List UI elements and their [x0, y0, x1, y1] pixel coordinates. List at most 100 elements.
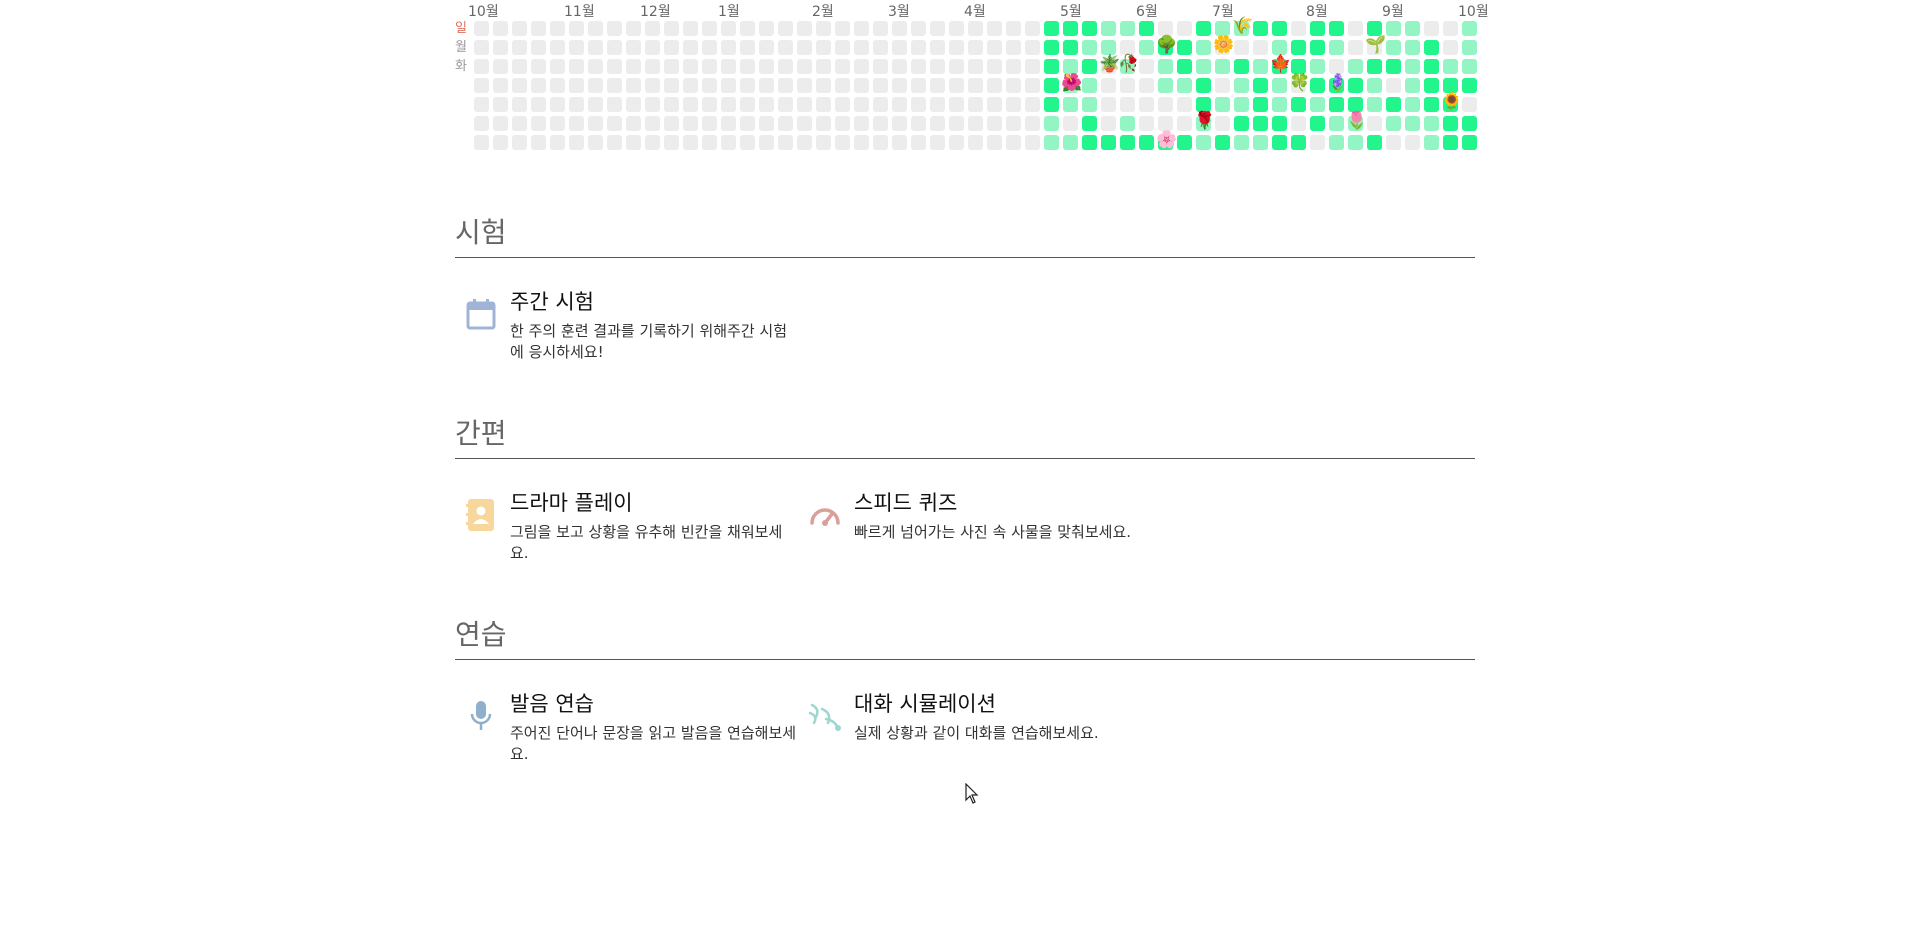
heatmap-cell: [797, 59, 812, 74]
pronunciation-practice-card[interactable]: 발음 연습 주어진 단어나 문장을 읽고 발음을 연습해보세요.: [455, 688, 796, 763]
month-label: 12월: [640, 4, 671, 20]
heatmap-cell: [1025, 21, 1040, 36]
heatmap-cell: [1462, 97, 1477, 112]
heatmap-cell: [759, 135, 774, 150]
heatmap-cell: [873, 97, 888, 112]
weekly-exam-card[interactable]: 주간 시험 한 주의 훈련 결과를 기록하기 위해주간 시험에 응시하세요!: [455, 286, 787, 361]
month-label: 3월: [888, 4, 910, 20]
heatmap-cell: [968, 97, 983, 112]
heatmap-cell: [759, 21, 774, 36]
heatmap-cell: [1044, 135, 1059, 150]
practice-section: 연습 발음 연습 주어진 단어나 문장을 읽고 발음을 연습해보세요. 대화 시…: [455, 615, 1475, 763]
heatmap-cell: [816, 135, 831, 150]
month-label: 5월: [1060, 4, 1082, 20]
heatmap-cell: [569, 40, 584, 55]
heatmap-cell: [1253, 78, 1268, 93]
heatmap-cell: [949, 97, 964, 112]
month-label: 11월: [564, 4, 595, 20]
speed-quiz-card[interactable]: 스피드 퀴즈 빠르게 넘어가는 사진 속 사물을 맞춰보세요.: [799, 487, 1131, 557]
heatmap-plant-emoji: 🌱: [1365, 35, 1387, 55]
heatmap-cell: [588, 78, 603, 93]
heatmap-cell: [512, 135, 527, 150]
heatmap-cell: [702, 97, 717, 112]
heatmap-cell: [1044, 21, 1059, 36]
heatmap-cell: [1177, 59, 1192, 74]
heatmap-cell: [550, 135, 565, 150]
heatmap-cell: [1405, 116, 1420, 131]
month-label: 7월: [1212, 4, 1234, 20]
heatmap-cell: [1177, 40, 1192, 55]
heatmap-cell: [1253, 21, 1268, 36]
heatmap-cell: [1006, 97, 1021, 112]
heatmap-cell: [1405, 40, 1420, 55]
heatmap-cell: [512, 97, 527, 112]
heatmap-cell: [987, 59, 1002, 74]
heatmap-cell: [1006, 116, 1021, 131]
heatmap-plant-emoji: 🪻: [1327, 73, 1349, 93]
heatmap-cell: [1158, 21, 1173, 36]
heatmap-cell: [1025, 97, 1040, 112]
heatmap-cell: [987, 97, 1002, 112]
heatmap-cell: [1196, 40, 1211, 55]
card-description: 실제 상황과 같이 대화를 연습해보세요.: [854, 724, 1099, 742]
heatmap-cell: 🌹: [1194, 112, 1215, 131]
heatmap-cell: [740, 78, 755, 93]
heatmap-cell: [835, 135, 850, 150]
heatmap-cell: [626, 78, 641, 93]
drama-play-card[interactable]: 드라마 플레이 그림을 보고 상황을 유추해 빈칸을 채워보세요.: [455, 487, 785, 562]
heatmap-cell: [1196, 78, 1211, 93]
heatmap-cell: [721, 21, 736, 36]
heatmap-cell: 🌾: [1232, 17, 1253, 36]
heatmap-cell: [816, 59, 831, 74]
card-description: 빠르게 넘어가는 사진 속 사물을 맞춰보세요.: [854, 523, 1132, 541]
heatmap-cell: [683, 59, 698, 74]
heatmap-cell: [740, 21, 755, 36]
heatmap-cell: [968, 40, 983, 55]
heatmap-cell: [588, 21, 603, 36]
heatmap-cell: [816, 97, 831, 112]
heatmap-cell: [607, 21, 622, 36]
heatmap-cell: [835, 59, 850, 74]
heatmap-cell: [892, 135, 907, 150]
heatmap-cell: [1025, 59, 1040, 74]
card-title: 스피드 퀴즈: [854, 491, 958, 515]
heatmap-cell: [873, 59, 888, 74]
heatmap-cell: [1291, 116, 1306, 131]
section-title: 시험: [455, 216, 507, 249]
heatmap-cell: [474, 21, 489, 36]
heatmap-cell: [493, 116, 508, 131]
heatmap-cell: [1348, 78, 1363, 93]
heatmap-cell: [854, 116, 869, 131]
heatmap-cell: [1405, 21, 1420, 36]
heatmap-cell: [797, 21, 812, 36]
heatmap-cell: [1443, 78, 1458, 93]
heatmap-cell: [550, 116, 565, 131]
heatmap-cell: [531, 40, 546, 55]
heatmap-cell: [778, 40, 793, 55]
conversation-simulation-card[interactable]: 대화 시뮬레이션 실제 상황과 같이 대화를 연습해보세요.: [799, 688, 1129, 758]
heatmap-cell: [892, 59, 907, 74]
heatmap-cell: [1272, 40, 1287, 55]
heatmap-cell: [1234, 97, 1249, 112]
heatmap-cell: [873, 78, 888, 93]
heatmap-cell: [759, 116, 774, 131]
heatmap-cell: [892, 21, 907, 36]
heatmap-cell: [512, 40, 527, 55]
heatmap-cell: [683, 21, 698, 36]
heatmap-cell: [569, 97, 584, 112]
heatmap-cell: [1405, 78, 1420, 93]
heatmap-cell: [1367, 59, 1382, 74]
heatmap-cell: [1443, 21, 1458, 36]
heatmap-cell: [968, 21, 983, 36]
heatmap-cell: [550, 59, 565, 74]
heatmap-cell: [1139, 59, 1154, 74]
heatmap-cell: [1082, 40, 1097, 55]
heatmap-cell: [1443, 116, 1458, 131]
heatmap-cell: [740, 135, 755, 150]
heatmap-cell: [1101, 135, 1116, 150]
heatmap-cell: [759, 97, 774, 112]
heatmap-cell: [854, 21, 869, 36]
heatmap-cell: [1063, 59, 1078, 74]
heatmap-cell: [607, 78, 622, 93]
activity-heatmap: 10월 11월 12월 1월 2월 3월 4월 5월 6월 7월 8월 9월 1…: [455, 0, 1489, 160]
